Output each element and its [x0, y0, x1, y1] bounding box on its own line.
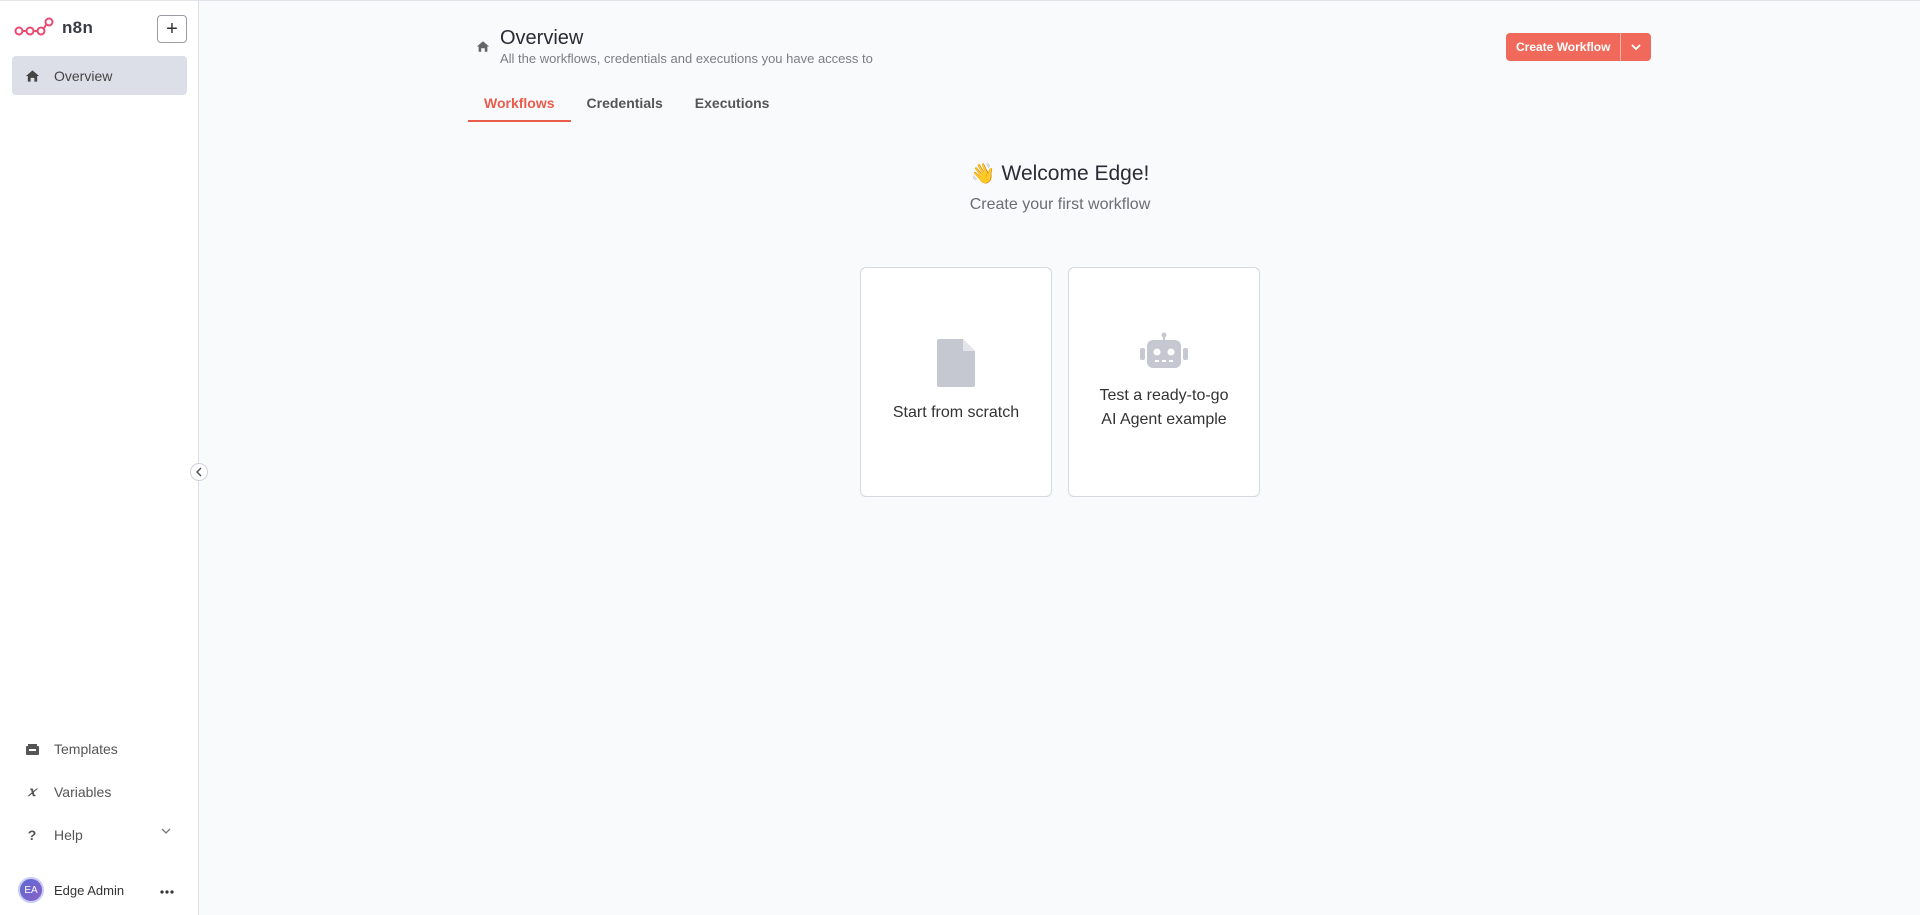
- question-icon: ?: [27, 827, 37, 843]
- sidebar-item-label: Templates: [54, 741, 118, 757]
- chevron-down-icon: [1631, 44, 1642, 51]
- chevron-left-icon: [195, 467, 202, 477]
- sidebar: n8n + Overview Templates 𝑥 Variables ? H…: [0, 1, 208, 915]
- sidebar-item-label: Help: [54, 827, 83, 843]
- sidebar-item-help[interactable]: ? Help: [12, 818, 187, 852]
- welcome-heading: 👋 Welcome Edge!: [860, 161, 1260, 186]
- card-label: Start from scratch: [892, 404, 1020, 421]
- sidebar-item-label: Overview: [54, 67, 113, 84]
- robot-icon: [1140, 332, 1188, 368]
- variable-icon: 𝑥: [28, 784, 36, 800]
- card-label-line1: Test a ready-to-go: [1099, 387, 1229, 404]
- logo[interactable]: n8n: [14, 17, 93, 39]
- card-label-line2: AI Agent example: [1101, 411, 1227, 428]
- more-horizontal-icon: [160, 890, 174, 894]
- welcome-title: Welcome Edge!: [1001, 161, 1150, 185]
- home-icon: [476, 40, 490, 58]
- templates-icon: [24, 741, 40, 757]
- file-icon: [937, 339, 975, 387]
- add-button[interactable]: +: [157, 15, 187, 43]
- welcome-subtitle: Create your first workflow: [969, 196, 1151, 213]
- page-subtitle: All the workflows, credentials and execu…: [500, 51, 873, 66]
- create-workflow-button[interactable]: Create Workflow: [1506, 33, 1622, 61]
- create-workflow-button-group: Create Workflow: [1506, 33, 1652, 61]
- user-profile[interactable]: EA Edge Admin: [18, 877, 124, 903]
- app-name: n8n: [62, 18, 94, 37]
- sidebar-item-overview[interactable]: Overview: [12, 56, 187, 95]
- sidebar-item-variables[interactable]: 𝑥 Variables: [12, 775, 187, 809]
- chevron-down-icon: [161, 828, 171, 834]
- home-icon: [24, 68, 40, 84]
- start-from-scratch-card[interactable]: Start from scratch: [860, 267, 1052, 497]
- sidebar-item-label: Variables: [54, 784, 112, 800]
- user-name: Edge Admin: [54, 882, 125, 898]
- sidebar-item-templates[interactable]: Templates: [12, 732, 187, 766]
- tab-workflows[interactable]: Workflows: [468, 95, 571, 122]
- tab-executions[interactable]: Executions: [679, 95, 786, 122]
- create-dropdown-button[interactable]: [1621, 33, 1651, 61]
- welcome-section: 👋 Welcome Edge! Create your first workfl…: [860, 161, 1260, 214]
- ai-agent-example-card[interactable]: Test a ready-to-go AI Agent example: [1068, 267, 1260, 497]
- tab-credentials[interactable]: Credentials: [571, 95, 679, 122]
- avatar: EA: [18, 877, 44, 903]
- page-title: Overview: [500, 27, 584, 49]
- user-menu-button[interactable]: [160, 881, 174, 899]
- n8n-logo-icon: [14, 17, 54, 36]
- tabs: Workflows Credentials Executions: [468, 95, 785, 122]
- waving-hand-icon: 👋: [970, 163, 996, 185]
- collapse-sidebar-button[interactable]: [190, 463, 208, 481]
